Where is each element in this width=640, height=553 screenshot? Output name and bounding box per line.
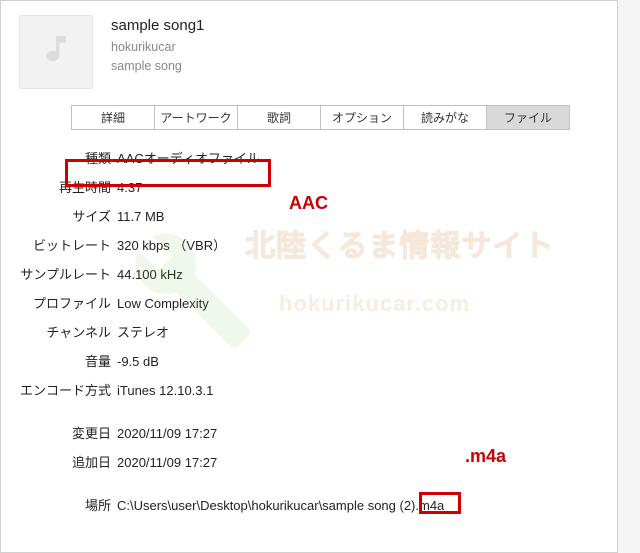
tab-options[interactable]: オプション [320,105,404,130]
label-duration: 再生時間 [11,177,117,196]
track-album: sample song [111,57,204,76]
label-modified: 変更日 [11,423,117,442]
music-note-icon [36,31,76,74]
album-artwork-placeholder [19,15,93,89]
value-bitrate: 320 kbps （VBR） [117,235,226,254]
value-kind: AACオーディオファイル [117,148,260,167]
value-modified: 2020/11/09 17:27 [117,426,217,441]
tab-bar: 詳細 アートワーク 歌詞 オプション 読みがな ファイル [71,105,617,130]
info-panel: sample song1 hokurikucar sample song 詳細 … [0,0,618,553]
track-meta: sample song1 hokurikucar sample song [111,15,204,89]
value-channels: ステレオ [117,322,169,341]
row-volume: 音量 -9.5 dB [11,351,617,370]
label-location: 場所 [11,495,117,514]
value-size: 11.7 MB [117,209,164,224]
label-channels: チャンネル [11,322,117,341]
tab-artwork[interactable]: アートワーク [154,105,238,130]
value-location: C:\Users\user\Desktop\hokurikucar\sample… [117,498,444,513]
label-volume: 音量 [11,351,117,370]
row-duration: 再生時間 4:37 [11,177,617,196]
value-profile: Low Complexity [117,296,209,311]
tab-sorting[interactable]: 読みがな [403,105,487,130]
row-location: 場所 C:\Users\user\Desktop\hokurikucar\sam… [11,495,617,514]
value-encoder: iTunes 12.10.3.1 [117,383,213,398]
row-bitrate: ビットレート 320 kbps （VBR） [11,235,617,254]
file-info-fields: 種類 AACオーディオファイル 再生時間 4:37 サイズ 11.7 MB ビッ… [1,148,617,514]
label-profile: プロファイル [11,293,117,312]
row-size: サイズ 11.7 MB [11,206,617,225]
value-added: 2020/11/09 17:27 [117,455,217,470]
value-volume: -9.5 dB [117,354,159,369]
header: sample song1 hokurikucar sample song [1,1,617,99]
track-title: sample song1 [111,17,204,34]
label-kind: 種類 [11,148,117,167]
label-samplerate: サンプルレート [11,264,117,283]
label-size: サイズ [11,206,117,225]
row-channels: チャンネル ステレオ [11,322,617,341]
row-samplerate: サンプルレート 44.100 kHz [11,264,617,283]
row-profile: プロファイル Low Complexity [11,293,617,312]
row-kind: 種類 AACオーディオファイル [11,148,617,167]
row-modified: 変更日 2020/11/09 17:27 [11,423,617,442]
label-bitrate: ビットレート [11,235,117,254]
label-encoder: エンコード方式 [11,380,117,399]
value-samplerate: 44.100 kHz [117,267,183,282]
tab-details[interactable]: 詳細 [71,105,155,130]
track-artist: hokurikucar [111,38,204,57]
row-encoder: エンコード方式 iTunes 12.10.3.1 [11,380,617,399]
label-added: 追加日 [11,452,117,471]
tab-lyrics[interactable]: 歌詞 [237,105,321,130]
value-duration: 4:37 [117,180,142,195]
row-added: 追加日 2020/11/09 17:27 [11,452,617,471]
tab-file[interactable]: ファイル [486,105,570,130]
